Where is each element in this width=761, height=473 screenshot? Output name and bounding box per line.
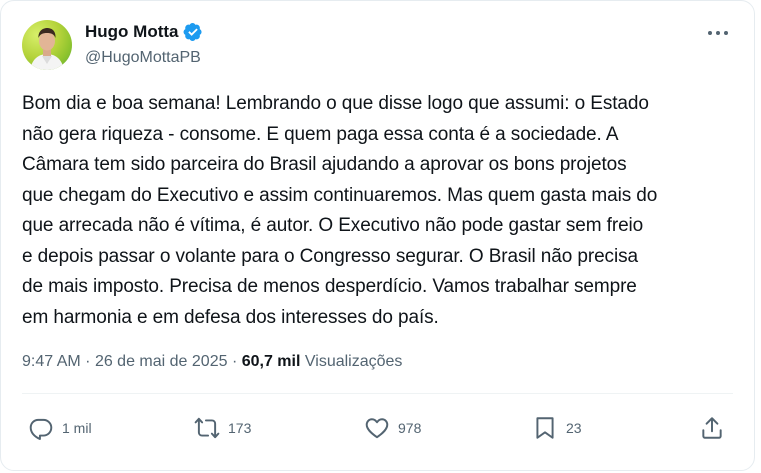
views-count: 60,7 mil xyxy=(241,353,301,370)
tweet-date[interactable]: 26 de mai de 2025 xyxy=(95,353,228,370)
repost-count: 173 xyxy=(228,420,252,436)
share-button[interactable] xyxy=(699,415,725,441)
divider xyxy=(22,393,733,394)
more-dots-icon xyxy=(708,31,728,35)
bookmark-icon xyxy=(536,417,554,439)
reply-icon xyxy=(29,418,53,441)
author-name-row: Hugo Motta xyxy=(85,22,203,42)
meta-separator: · xyxy=(231,353,238,370)
verified-badge-icon xyxy=(184,23,203,41)
more-options-button[interactable] xyxy=(705,25,731,41)
avatar-photo xyxy=(30,28,64,70)
meta-separator: · xyxy=(85,353,91,370)
tweet-meta: 9:47 AM · 26 de mai de 2025 · 60,7 mil V… xyxy=(22,353,402,371)
tweet-text: Bom dia e boa semana! Lembrando o que di… xyxy=(22,93,658,328)
bookmark-count: 23 xyxy=(566,420,582,436)
views-label: Visualizações xyxy=(304,353,403,370)
tweet-time[interactable]: 9:47 AM xyxy=(22,353,81,370)
reply-count: 1 mil xyxy=(62,420,92,436)
share-icon xyxy=(702,417,722,439)
avatar[interactable] xyxy=(22,20,72,70)
heart-icon xyxy=(365,418,389,439)
tweet-actions-bar: 1 mil 173 978 23 xyxy=(1,407,756,447)
like-button[interactable]: 978 xyxy=(364,415,421,441)
tweet-card: Hugo Motta @HugoMottaPB Bom dia e boa se… xyxy=(0,0,755,471)
bookmark-button[interactable]: 23 xyxy=(532,415,582,441)
like-count: 978 xyxy=(398,420,422,436)
author-handle[interactable]: @HugoMottaPB xyxy=(85,49,201,67)
repost-button[interactable]: 173 xyxy=(194,415,251,441)
repost-icon xyxy=(194,417,220,439)
author-name[interactable]: Hugo Motta xyxy=(85,22,178,42)
reply-button[interactable]: 1 mil xyxy=(28,415,92,441)
